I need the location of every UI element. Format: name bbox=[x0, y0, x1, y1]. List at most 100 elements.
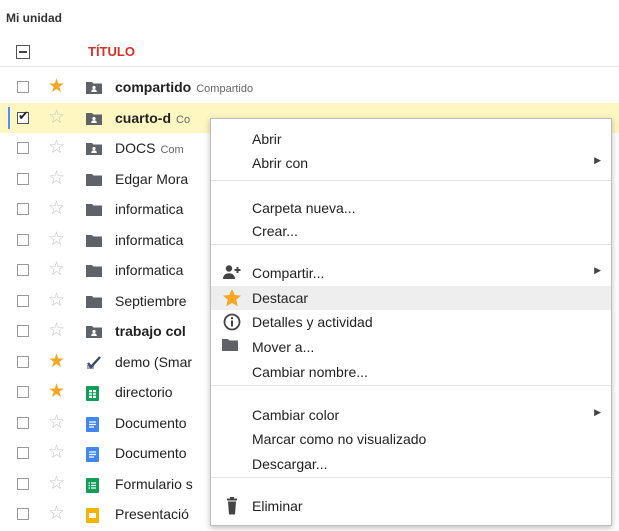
file-name-text: cuarto-d bbox=[115, 109, 171, 126]
file-name[interactable]: Septiembre bbox=[115, 293, 187, 309]
file-name-text: informatica bbox=[115, 201, 184, 217]
star-icon[interactable]: ☆ bbox=[48, 502, 65, 524]
menu-item-marcar-como-no-visualizado[interactable]: Marcar como no visualizado bbox=[211, 427, 611, 451]
menu-item-label: Cambiar nombre... bbox=[252, 364, 368, 380]
row-checkbox[interactable] bbox=[17, 142, 29, 154]
document-icon bbox=[86, 447, 102, 462]
file-row[interactable]: ★ compartido Compartido bbox=[0, 72, 619, 103]
file-name-text: trabajo col bbox=[115, 323, 186, 339]
menu-item-detalles-y-actividad[interactable]: Detalles y actividad bbox=[211, 310, 611, 334]
folder-icon bbox=[86, 295, 102, 308]
menu-item-compartir[interactable]: Compartir... ▶ bbox=[211, 261, 611, 285]
menu-item-cambiar-color[interactable]: Cambiar color ▶ bbox=[211, 403, 611, 427]
add-person-icon bbox=[222, 264, 242, 282]
file-name-text: Presentació bbox=[115, 506, 189, 522]
file-name[interactable]: informatica bbox=[115, 201, 183, 217]
shared-badge: Co bbox=[176, 113, 191, 126]
star-icon[interactable]: ☆ bbox=[48, 289, 65, 311]
star-icon[interactable]: ☆ bbox=[48, 228, 65, 250]
menu-item-cambiar-nombre[interactable]: Cambiar nombre... bbox=[211, 360, 611, 384]
info-icon bbox=[222, 313, 242, 331]
checkmark-file-icon bbox=[86, 355, 102, 369]
row-checkbox[interactable] bbox=[17, 172, 29, 185]
file-name[interactable]: Documento bbox=[115, 415, 187, 431]
row-checkbox[interactable] bbox=[17, 81, 29, 93]
title-column-header[interactable]: TÍTULO bbox=[88, 44, 135, 59]
folder-icon bbox=[86, 264, 102, 277]
row-checkbox[interactable] bbox=[17, 355, 29, 368]
shared-folder-icon bbox=[86, 81, 102, 94]
folder-icon bbox=[86, 173, 102, 186]
file-name[interactable]: compartido Compartido bbox=[115, 79, 253, 95]
row-checkbox[interactable] bbox=[17, 416, 29, 429]
file-name-text: directorio bbox=[115, 384, 173, 400]
submenu-arrow-icon: ▶ bbox=[594, 156, 601, 166]
context-menu: Abrir Abrir con ▶ Carpeta nueva... Crear... C… bbox=[210, 118, 612, 526]
file-name-text: Documento bbox=[115, 445, 187, 461]
shared-folder-icon bbox=[86, 325, 102, 338]
star-icon[interactable]: ★ bbox=[48, 75, 65, 97]
file-name[interactable]: informatica bbox=[115, 232, 183, 248]
shared-folder-icon bbox=[86, 142, 102, 155]
file-name[interactable]: trabajo col bbox=[115, 323, 186, 339]
menu-item-destacar[interactable]: Destacar bbox=[211, 286, 611, 310]
row-checkbox[interactable] bbox=[17, 233, 29, 246]
star-icon[interactable]: ☆ bbox=[48, 441, 65, 463]
file-name[interactable]: Documento bbox=[115, 445, 187, 461]
menu-item-label: Destacar bbox=[252, 290, 309, 306]
star-icon[interactable]: ☆ bbox=[48, 411, 65, 433]
row-checkbox[interactable] bbox=[17, 447, 29, 459]
file-name[interactable]: Edgar Mora bbox=[115, 171, 188, 187]
menu-item-label: Compartir... bbox=[252, 265, 325, 281]
file-name[interactable]: DOCS Com bbox=[115, 140, 184, 156]
menu-item-descargar[interactable]: Descargar... bbox=[211, 452, 611, 476]
file-name-text: Documento bbox=[115, 414, 187, 431]
menu-item-abrir[interactable]: Abrir bbox=[211, 127, 611, 151]
row-checkbox[interactable] bbox=[17, 325, 29, 337]
menu-separator bbox=[211, 244, 611, 245]
star-icon[interactable]: ☆ bbox=[48, 167, 65, 189]
list-header: TÍTULO bbox=[0, 36, 619, 67]
file-name[interactable]: informatica bbox=[115, 262, 183, 278]
shared-badge: Compartido bbox=[196, 83, 254, 95]
star-icon[interactable]: ☆ bbox=[48, 319, 65, 341]
star-icon[interactable]: ☆ bbox=[48, 136, 65, 158]
select-all-checkbox[interactable] bbox=[16, 45, 30, 59]
menu-item-label: Detalles y actividad bbox=[252, 314, 373, 330]
folder-icon bbox=[222, 338, 242, 356]
star-icon[interactable]: ★ bbox=[48, 380, 65, 402]
menu-item-mover-a[interactable]: Mover a... bbox=[211, 335, 611, 359]
spreadsheet-icon bbox=[86, 386, 102, 401]
menu-item-label: Abrir bbox=[252, 131, 282, 147]
menu-item-crear[interactable]: Crear... bbox=[211, 219, 611, 243]
menu-item-label: Eliminar bbox=[252, 498, 303, 514]
file-name[interactable]: Presentació bbox=[115, 506, 189, 522]
menu-separator bbox=[211, 385, 611, 386]
breadcrumb[interactable]: Mi unidad bbox=[6, 11, 62, 25]
menu-item-label: Descargar... bbox=[252, 456, 328, 472]
row-checkbox[interactable] bbox=[17, 294, 29, 307]
menu-item-label: Cambiar color bbox=[252, 407, 340, 423]
file-name-text: Edgar Mora bbox=[115, 170, 189, 187]
row-checkbox[interactable] bbox=[17, 264, 29, 276]
row-checkbox[interactable] bbox=[17, 508, 29, 520]
star-icon[interactable]: ☆ bbox=[48, 472, 65, 494]
shared-folder-icon bbox=[86, 112, 102, 125]
row-checkbox[interactable] bbox=[17, 203, 29, 215]
star-icon bbox=[222, 289, 242, 307]
menu-item-eliminar[interactable]: Eliminar bbox=[211, 494, 611, 518]
file-name[interactable]: Formulario s bbox=[115, 476, 193, 492]
star-icon[interactable]: ☆ bbox=[48, 106, 65, 128]
star-icon[interactable]: ★ bbox=[48, 350, 65, 372]
menu-item-carpeta-nueva[interactable]: Carpeta nueva... bbox=[211, 196, 611, 220]
star-icon[interactable]: ☆ bbox=[48, 197, 65, 219]
file-name[interactable]: cuarto-d Co bbox=[115, 110, 190, 126]
star-icon[interactable]: ☆ bbox=[48, 258, 65, 280]
row-checkbox[interactable] bbox=[17, 477, 29, 490]
row-checkbox[interactable] bbox=[17, 386, 29, 398]
file-name[interactable]: directorio bbox=[115, 384, 173, 400]
menu-separator bbox=[211, 477, 611, 478]
file-name[interactable]: demo (Smar bbox=[115, 354, 192, 370]
menu-item-abrir-con[interactable]: Abrir con ▶ bbox=[211, 151, 611, 175]
row-checkbox[interactable] bbox=[17, 109, 29, 124]
